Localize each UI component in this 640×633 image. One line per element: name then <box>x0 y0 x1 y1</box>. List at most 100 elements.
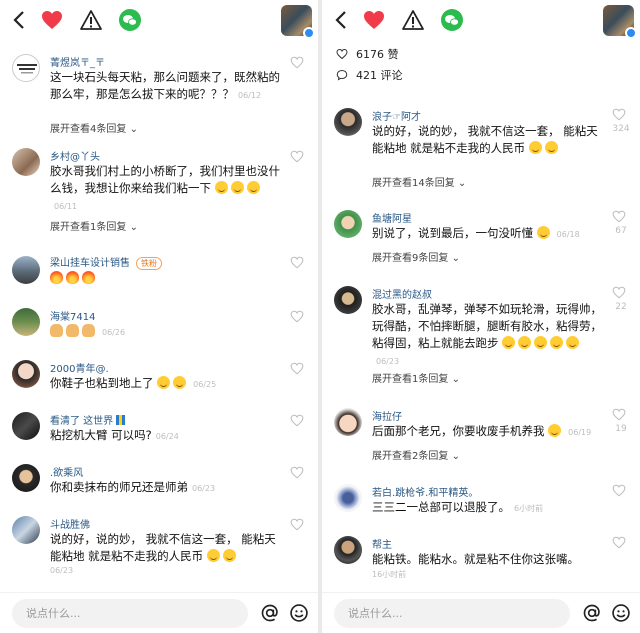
comment-date: 16小时前 <box>372 570 407 579</box>
back-arrow-icon[interactable] <box>330 8 354 32</box>
commenter-name[interactable]: 看清了 这世界 <box>50 412 126 427</box>
comment-date: 06/18 <box>556 230 580 239</box>
comment-input[interactable]: 说点什么... <box>334 599 570 628</box>
wechat-share-icon[interactable] <box>440 8 464 32</box>
commenter-avatar[interactable] <box>334 484 362 512</box>
comment-text: 说的好，说的妙， 我就不信这一套， 能粘天能粘地 就是粘不走我的人民币 <box>372 124 598 155</box>
at-mention-icon[interactable] <box>582 603 602 623</box>
expand-replies[interactable]: 展开查看9条回复 ⌄ <box>372 249 460 264</box>
commenter-name[interactable]: 海棠7414 <box>50 308 95 323</box>
commenter-avatar[interactable] <box>12 464 40 492</box>
comment-date: 06/12 <box>238 91 262 100</box>
commenter-avatar[interactable] <box>334 210 362 238</box>
emoji-picker-icon[interactable] <box>611 603 631 623</box>
top-bar <box>0 0 318 40</box>
laugh-emoji-icon <box>550 336 564 349</box>
comment-input-bar: 说点什么... <box>0 592 318 633</box>
comment-date: 06/25 <box>193 380 217 389</box>
emoji-icon <box>230 181 244 194</box>
commenter-avatar[interactable] <box>12 308 40 336</box>
fan-badge: 铁粉 <box>136 257 162 270</box>
like-heart-icon[interactable] <box>290 150 304 163</box>
commenter-name[interactable]: 浪子☞阿才 <box>372 108 421 123</box>
heart-icon[interactable] <box>362 8 386 32</box>
like-count: 324 <box>612 124 630 134</box>
left-screen: 菁煜岚〒_〒 这一块石头每天粘，那么问题来了，既然粘的那么牢，那是怎么拔下来的呢… <box>0 0 318 633</box>
chevron-down-icon: ⌄ <box>451 374 460 385</box>
like-heart-icon[interactable] <box>612 286 626 299</box>
commenter-name[interactable]: 梁山挂车设计销售 铁粉 <box>50 254 162 270</box>
comment-text: 这一块石头每天粘，那么问题来了，既然粘的那么牢，那是怎么拔下来的呢？？？ 06/1… <box>50 70 280 101</box>
commenter-avatar[interactable] <box>12 412 40 440</box>
like-heart-icon[interactable] <box>612 536 626 549</box>
emoji-icon <box>246 181 260 194</box>
commenter-avatar[interactable] <box>12 256 40 284</box>
verified-badge-icon <box>303 27 315 39</box>
expand-replies[interactable]: 展开查看4条回复 ⌄ <box>50 120 138 135</box>
commenter-name[interactable]: 混过黑的赵叔 <box>372 286 432 301</box>
commenter-name[interactable]: 菁煜岚〒_〒 <box>50 54 105 69</box>
author-avatar[interactable] <box>281 5 315 39</box>
commenter-avatar[interactable] <box>12 360 40 388</box>
commenter-avatar[interactable] <box>334 536 362 564</box>
comment-text: 胶水哥，乱弹琴，弹琴不如玩轮滑，玩得帅，玩得酷，不怕摔断腿，腿断有胶水，粘得劳，… <box>372 302 602 366</box>
comment-list[interactable]: 6176 赞 421 评论 浪子☞阿才 说的好，说的妙， 我就不信这一套， 能粘… <box>322 40 640 592</box>
comment-date: 06/23 <box>50 566 74 575</box>
fire-emoji-icon <box>66 271 79 284</box>
like-heart-icon[interactable] <box>612 408 626 421</box>
flag-emoji-icon <box>116 415 126 425</box>
commenter-avatar[interactable] <box>12 148 40 176</box>
top-bar <box>322 0 640 40</box>
author-avatar[interactable] <box>603 5 637 39</box>
like-heart-icon[interactable] <box>290 414 304 427</box>
wechat-share-icon[interactable] <box>118 8 142 32</box>
chevron-down-icon: ⌄ <box>451 253 460 264</box>
commenter-name[interactable]: 海拉仔 <box>372 408 402 423</box>
comment-text: 别说了，说到最后，一句没听懂 06/18 <box>372 226 580 240</box>
like-heart-icon[interactable] <box>290 56 304 69</box>
like-heart-icon[interactable] <box>290 518 304 531</box>
like-heart-icon[interactable] <box>612 108 626 121</box>
chevron-down-icon: ⌄ <box>129 124 138 135</box>
commenter-avatar[interactable] <box>334 408 362 436</box>
commenter-avatar[interactable] <box>12 516 40 544</box>
like-heart-icon[interactable] <box>290 256 304 269</box>
emoji-picker-icon[interactable] <box>289 603 309 623</box>
commenter-name[interactable]: 鱼塘阿星 <box>372 210 412 225</box>
laugh-emoji-icon <box>544 141 558 154</box>
comment-list[interactable]: 菁煜岚〒_〒 这一块石头每天粘，那么问题来了，既然粘的那么牢，那是怎么拔下来的呢… <box>0 40 318 592</box>
at-mention-icon[interactable] <box>260 603 280 623</box>
commenter-avatar[interactable] <box>334 286 362 314</box>
like-heart-icon[interactable] <box>612 484 626 497</box>
like-heart-icon[interactable] <box>612 210 626 223</box>
expand-replies[interactable]: 展开查看2条回复 ⌄ <box>372 447 460 462</box>
report-warning-icon[interactable] <box>401 8 425 32</box>
commenter-name[interactable]: 帮主 <box>372 536 392 551</box>
heart-icon[interactable] <box>40 8 64 32</box>
laugh-emoji-icon <box>502 336 516 349</box>
commenter-avatar[interactable] <box>12 54 40 82</box>
emoji-icon <box>214 181 228 194</box>
comment-input[interactable]: 说点什么... <box>12 599 248 628</box>
commenter-name[interactable]: .欲乘风 <box>50 464 83 479</box>
like-count: 19 <box>615 424 627 434</box>
comment-text: 能粘铁。能粘水。就是粘不住你这张嘴。 <box>372 552 579 566</box>
commenter-avatar[interactable] <box>334 108 362 136</box>
commenter-name[interactable]: 2000青年@. <box>50 360 109 375</box>
expand-replies[interactable]: 展开查看14条回复 ⌄ <box>372 174 466 189</box>
like-heart-icon[interactable] <box>290 362 304 375</box>
fire-emoji-icon <box>50 271 63 284</box>
like-heart-icon[interactable] <box>290 466 304 479</box>
back-arrow-icon[interactable] <box>8 8 32 32</box>
commenter-name[interactable]: 乡村@丫头 <box>50 148 100 163</box>
laugh-emoji-icon <box>566 336 580 349</box>
commenter-name[interactable]: 若白.跳枪爷.和平精英。 <box>372 484 478 499</box>
expand-replies[interactable]: 展开查看1条回复 ⌄ <box>50 218 138 233</box>
comment-text: 粘挖机大臂 可以吗? 06/24 <box>50 428 179 442</box>
report-warning-icon[interactable] <box>79 8 103 32</box>
like-heart-icon[interactable] <box>290 310 304 323</box>
commenter-name[interactable]: 斗战胜佛 <box>50 516 90 531</box>
expand-replies[interactable]: 展开查看1条回复 ⌄ <box>372 370 460 385</box>
comment-date: 06/19 <box>568 428 592 437</box>
comment-date: 06/24 <box>155 432 179 441</box>
